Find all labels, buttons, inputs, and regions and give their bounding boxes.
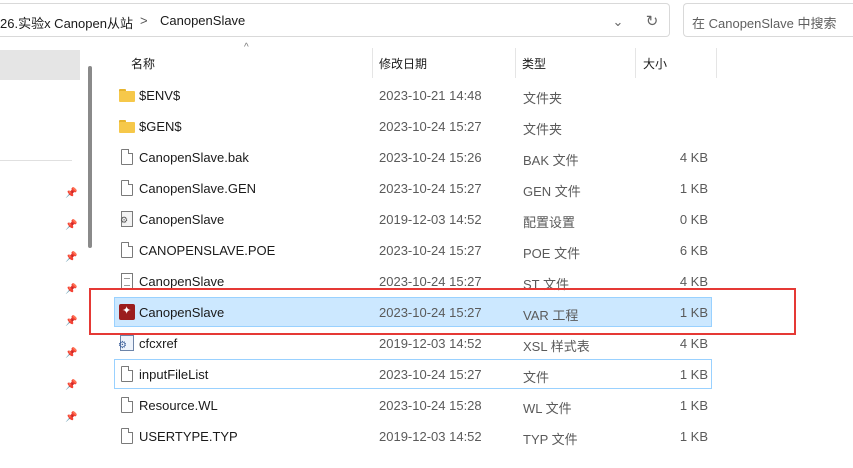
file-date: 2023-10-24 15:27 (379, 243, 482, 258)
file-type: 配置设置 (523, 215, 576, 230)
file-type: 文件夹 (523, 91, 563, 106)
column-headers: ^ 名称 修改日期 类型 大小 (96, 40, 853, 80)
column-divider[interactable] (515, 48, 516, 78)
breadcrumb-current[interactable]: CanopenSlave (160, 13, 245, 28)
pin-icon[interactable]: 📌 (65, 188, 77, 200)
file-size: 4 KB (679, 274, 708, 289)
file-name: CanopenSlave.GEN (139, 181, 257, 196)
nav-item-selected[interactable] (0, 50, 80, 80)
file-date: 2023-10-24 15:28 (379, 398, 482, 413)
document-icon (121, 366, 133, 382)
file-row[interactable]: inputFileList 2023-10-24 15:27 文件 1 KB (114, 359, 712, 389)
file-type: TYP 文件 (523, 432, 578, 447)
nav-divider (0, 160, 72, 161)
file-name: inputFileList (139, 367, 209, 382)
file-date: 2023-10-24 15:27 (379, 181, 482, 196)
file-row[interactable]: $GEN$ 2023-10-24 15:27 文件夹 (114, 111, 712, 141)
file-name: $GEN$ (139, 119, 182, 134)
file-size: 1 KB (679, 181, 708, 196)
file-name: cfcxref (139, 336, 178, 351)
pin-icon[interactable]: 📌 (65, 220, 77, 232)
file-size: 1 KB (679, 429, 708, 444)
document-icon (121, 180, 133, 196)
file-row[interactable]: CanopenSlave.bak 2023-10-24 15:26 BAK 文件… (114, 142, 712, 172)
file-date: 2023-10-24 15:27 (379, 119, 482, 134)
file-date: 2023-10-21 14:48 (379, 88, 482, 103)
document-icon (121, 428, 133, 444)
file-type: BAK 文件 (523, 153, 579, 168)
document-icon (121, 242, 133, 258)
breadcrumb-separator-icon[interactable]: > (140, 13, 148, 28)
file-date: 2019-12-03 14:52 (379, 212, 482, 227)
file-date: 2023-10-24 15:27 (379, 367, 482, 382)
file-size: 4 KB (679, 336, 708, 351)
file-type: GEN 文件 (523, 184, 581, 199)
document-icon (121, 149, 133, 165)
file-type: 文件 (523, 370, 550, 385)
annotation-highlight-box (89, 288, 796, 335)
file-type: XSL 样式表 (523, 339, 590, 354)
search-input[interactable]: 在 CanopenSlave 中搜索 (692, 13, 837, 32)
file-name: CanopenSlave (139, 212, 225, 227)
top-bar: 26.实验x Canopen从站 > CanopenSlave ⌄ ↻ 在 Ca… (0, 0, 853, 40)
config-settings-icon (120, 211, 133, 227)
pin-icon[interactable]: 📌 (65, 316, 77, 328)
nav-scrollbar[interactable] (88, 66, 92, 248)
file-size: 1 KB (679, 398, 708, 413)
file-size: 4 KB (679, 150, 708, 165)
file-name: USERTYPE.TYP (139, 429, 238, 444)
column-header-type[interactable]: 类型 (522, 55, 546, 72)
pin-icon[interactable]: 📌 (65, 284, 77, 296)
file-size: 0 KB (679, 212, 708, 227)
address-bar[interactable]: 26.实验x Canopen从站 > CanopenSlave ⌄ ↻ (0, 3, 670, 37)
folder-icon (119, 87, 135, 103)
pin-icon[interactable]: 📌 (65, 380, 77, 392)
file-name: CANOPENSLAVE.POE (139, 243, 276, 258)
column-divider[interactable] (635, 48, 636, 78)
file-type: POE 文件 (523, 246, 581, 261)
file-row[interactable]: CanopenSlave.GEN 2023-10-24 15:27 GEN 文件… (114, 173, 712, 203)
file-name: $ENV$ (139, 88, 181, 103)
file-type: WL 文件 (523, 401, 572, 416)
search-box[interactable]: 在 CanopenSlave 中搜索 (683, 3, 853, 37)
file-date: 2019-12-03 14:52 (379, 429, 482, 444)
file-name: CanopenSlave.bak (139, 150, 249, 165)
pin-icon[interactable]: 📌 (65, 348, 77, 360)
file-row[interactable]: $ENV$ 2023-10-21 14:48 文件夹 (114, 80, 712, 110)
file-date: 2023-10-24 15:26 (379, 150, 482, 165)
file-row[interactable]: CANOPENSLAVE.POE 2023-10-24 15:27 POE 文件… (114, 235, 712, 265)
column-header-date[interactable]: 修改日期 (379, 55, 427, 72)
file-size: 1 KB (679, 367, 708, 382)
pin-icon[interactable]: 📌 (65, 412, 77, 424)
file-date: 2019-12-03 14:52 (379, 336, 482, 351)
folder-icon (119, 118, 135, 134)
file-date: 2023-10-24 15:27 (379, 274, 482, 289)
column-divider[interactable] (716, 48, 717, 78)
st-file-icon (121, 273, 133, 289)
column-header-size[interactable]: 大小 (643, 55, 667, 72)
file-row[interactable]: Resource.WL 2023-10-24 15:28 WL 文件 1 KB (114, 390, 712, 420)
sort-ascending-icon: ^ (244, 42, 249, 53)
chevron-down-icon[interactable]: ⌄ (608, 12, 628, 32)
refresh-icon[interactable]: ↻ (642, 12, 662, 32)
navigation-pane: 📌 📌 📌 📌 📌 📌 📌 📌 (0, 40, 96, 468)
document-icon (121, 397, 133, 413)
file-row[interactable]: CanopenSlave 2019-12-03 14:52 配置设置 0 KB (114, 204, 712, 234)
file-name: Resource.WL (139, 398, 218, 413)
file-type: 文件夹 (523, 122, 563, 137)
file-size: 6 KB (679, 243, 708, 258)
breadcrumb-parent[interactable]: 26.实验x Canopen从站 (0, 13, 133, 32)
xsl-stylesheet-icon (118, 335, 134, 351)
column-divider[interactable] (372, 48, 373, 78)
file-name: CanopenSlave (139, 274, 225, 289)
column-header-name[interactable]: 名称 (131, 55, 155, 72)
pin-icon[interactable]: 📌 (65, 252, 77, 264)
file-row[interactable]: USERTYPE.TYP 2019-12-03 14:52 TYP 文件 1 K… (114, 421, 712, 451)
